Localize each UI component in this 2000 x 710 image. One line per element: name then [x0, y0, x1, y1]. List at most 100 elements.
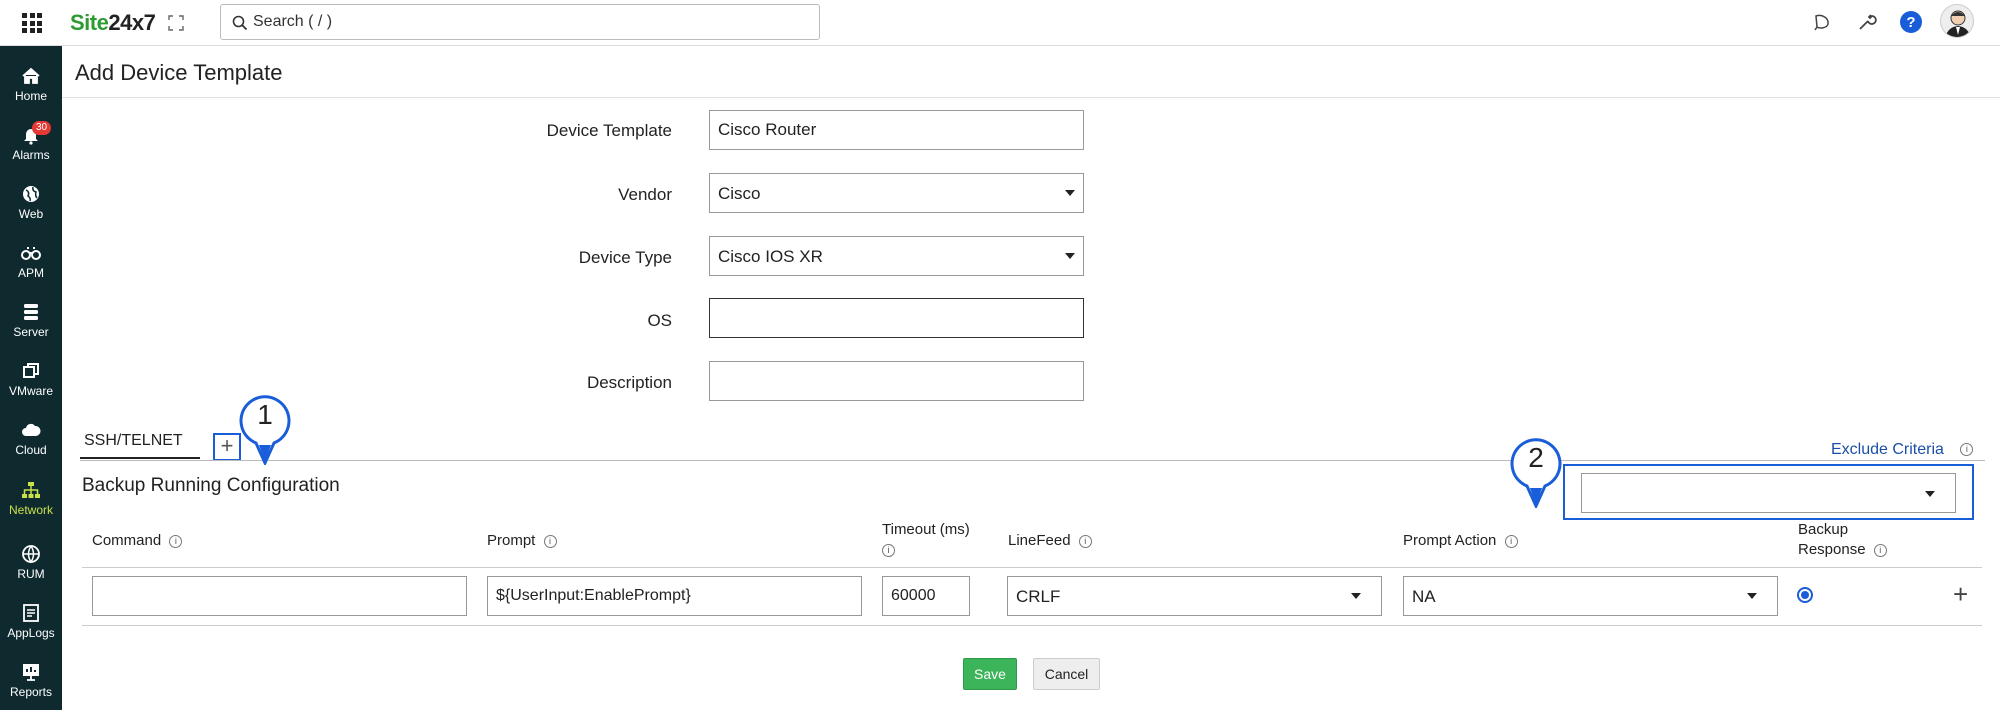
grid-header-divider — [82, 567, 1982, 568]
info-icon[interactable]: i — [543, 534, 557, 548]
sidebar-item-reports[interactable]: Reports — [0, 658, 62, 710]
expand-icon[interactable] — [168, 15, 184, 31]
sidebar-item-label: Alarms — [12, 148, 50, 162]
add-row-button[interactable]: + — [1953, 581, 1968, 607]
info-icon[interactable]: i — [882, 543, 895, 557]
column-header-label: Prompt — [487, 532, 536, 549]
column-header-label: Response — [1798, 541, 1866, 558]
grid-row-divider — [82, 625, 1982, 626]
save-button[interactable]: Save — [963, 658, 1017, 690]
column-header-label: Prompt Action — [1403, 532, 1497, 549]
sidebar-item-apm[interactable]: APM — [0, 239, 62, 297]
cloud-icon — [22, 423, 41, 436]
chevron-down-icon — [1925, 491, 1935, 497]
linefeed-select[interactable]: CRLF — [1007, 576, 1382, 616]
sidebar-item-label: Network — [8, 503, 53, 517]
chevron-down-icon — [1747, 593, 1757, 599]
sidebar-item-label: RUM — [17, 567, 45, 581]
alarm-count-badge: 30 — [32, 121, 52, 135]
search-input[interactable] — [253, 9, 803, 35]
title-divider — [62, 97, 2000, 98]
column-header-linefeed: LineFeed i — [1008, 531, 1092, 551]
sidebar-item-label: APM — [17, 266, 44, 280]
sidebar-item-server[interactable]: Server — [0, 298, 62, 356]
backup-response-radio[interactable] — [1797, 587, 1813, 603]
sidebar-item-label: Home — [14, 89, 47, 103]
vendor-select[interactable]: Cisco — [709, 173, 1084, 213]
sidebar-item-label: AppLogs — [7, 626, 55, 640]
chevron-down-icon — [1351, 593, 1361, 599]
vmware-icon — [23, 363, 39, 378]
search-bar[interactable] — [220, 4, 820, 40]
criteria-select[interactable] — [1581, 473, 1956, 513]
rum-icon — [22, 545, 40, 564]
device-type-select[interactable]: Cisco IOS XR — [709, 236, 1084, 276]
search-icon — [232, 15, 248, 31]
home-icon — [22, 67, 40, 84]
page-title: Add Device Template — [75, 60, 283, 85]
globe-icon — [23, 186, 39, 202]
prompt-action-select[interactable]: NA — [1403, 576, 1778, 616]
sidebar-item-network[interactable]: Network — [0, 476, 62, 534]
sidebar-item-label: Server — [13, 325, 49, 339]
callout-marker-2: 2 — [1508, 436, 1564, 510]
callout-number: 1 — [257, 399, 273, 430]
network-icon — [22, 482, 40, 498]
callout-marker-1: 1 — [237, 393, 293, 467]
info-icon[interactable]: i — [1873, 543, 1887, 557]
device-type-select-value: Cisco IOS XR — [718, 247, 823, 266]
app-grid-icon[interactable] — [22, 13, 42, 33]
feedback-icon[interactable] — [1810, 10, 1834, 34]
info-icon[interactable]: i — [169, 534, 183, 548]
timeout-input[interactable] — [882, 576, 970, 616]
sidebar-item-web[interactable]: Web — [0, 180, 62, 238]
prompt-action-select-value: NA — [1412, 587, 1436, 606]
device-type-label: Device Type — [578, 248, 672, 267]
column-header-prompt: Prompt i — [487, 531, 557, 551]
description-input[interactable] — [709, 361, 1084, 401]
sidebar: Home 30 Alarms Web APM Server VMware Clo… — [0, 46, 62, 710]
prompt-input[interactable] — [487, 576, 862, 616]
avatar[interactable] — [1940, 4, 1974, 38]
column-header-backup-response: Backup Response i — [1798, 520, 1887, 560]
sidebar-item-label: Cloud — [15, 443, 47, 457]
tab-ssh-telnet[interactable]: SSH/TELNET — [84, 432, 183, 450]
device-template-label: Device Template — [546, 121, 672, 140]
logo[interactable]: Site24x7 — [70, 10, 156, 36]
column-header-prompt-action: Prompt Action i — [1403, 531, 1518, 551]
section-title: Backup Running Configuration — [82, 475, 340, 496]
column-header-label: Backup — [1798, 521, 1849, 538]
top-bar: Site24x7 ? — [0, 0, 2000, 46]
server-icon — [24, 304, 38, 320]
sidebar-item-alarms[interactable]: 30 Alarms — [0, 121, 62, 179]
device-template-input[interactable] — [709, 110, 1084, 150]
help-icon[interactable]: ? — [1899, 10, 1923, 34]
exclude-criteria-link[interactable]: Exclude Criteria i — [1831, 441, 1974, 459]
logo-suffix: 24x7 — [108, 10, 156, 35]
wrench-icon[interactable] — [1855, 10, 1879, 34]
applogs-icon — [23, 604, 39, 622]
info-icon[interactable]: i — [1078, 534, 1092, 548]
sidebar-item-applogs[interactable]: AppLogs — [0, 599, 62, 657]
sidebar-item-home[interactable]: Home — [0, 62, 62, 120]
sidebar-item-rum[interactable]: RUM — [0, 540, 62, 598]
chevron-down-icon — [1065, 190, 1075, 196]
tab-active-indicator — [80, 457, 200, 459]
sidebar-item-label: Reports — [9, 685, 53, 699]
exclude-criteria-label: Exclude Criteria — [1831, 441, 1944, 458]
sidebar-item-vmware[interactable]: VMware — [0, 357, 62, 415]
chevron-down-icon — [1065, 253, 1075, 259]
reports-icon — [23, 664, 39, 681]
cancel-button[interactable]: Cancel — [1033, 658, 1100, 690]
column-header-timeout: Timeout (ms) i — [882, 520, 970, 560]
linefeed-select-value: CRLF — [1016, 587, 1061, 606]
sidebar-item-cloud[interactable]: Cloud — [0, 416, 62, 474]
command-input[interactable] — [92, 576, 467, 616]
info-icon[interactable]: i — [1960, 443, 1974, 457]
info-icon[interactable]: i — [1504, 534, 1518, 548]
os-input[interactable] — [709, 298, 1084, 338]
column-header-command: Command i — [92, 531, 183, 551]
column-header-label: Timeout (ms) — [882, 521, 970, 538]
description-label: Description — [586, 373, 672, 392]
os-label: OS — [647, 311, 672, 330]
